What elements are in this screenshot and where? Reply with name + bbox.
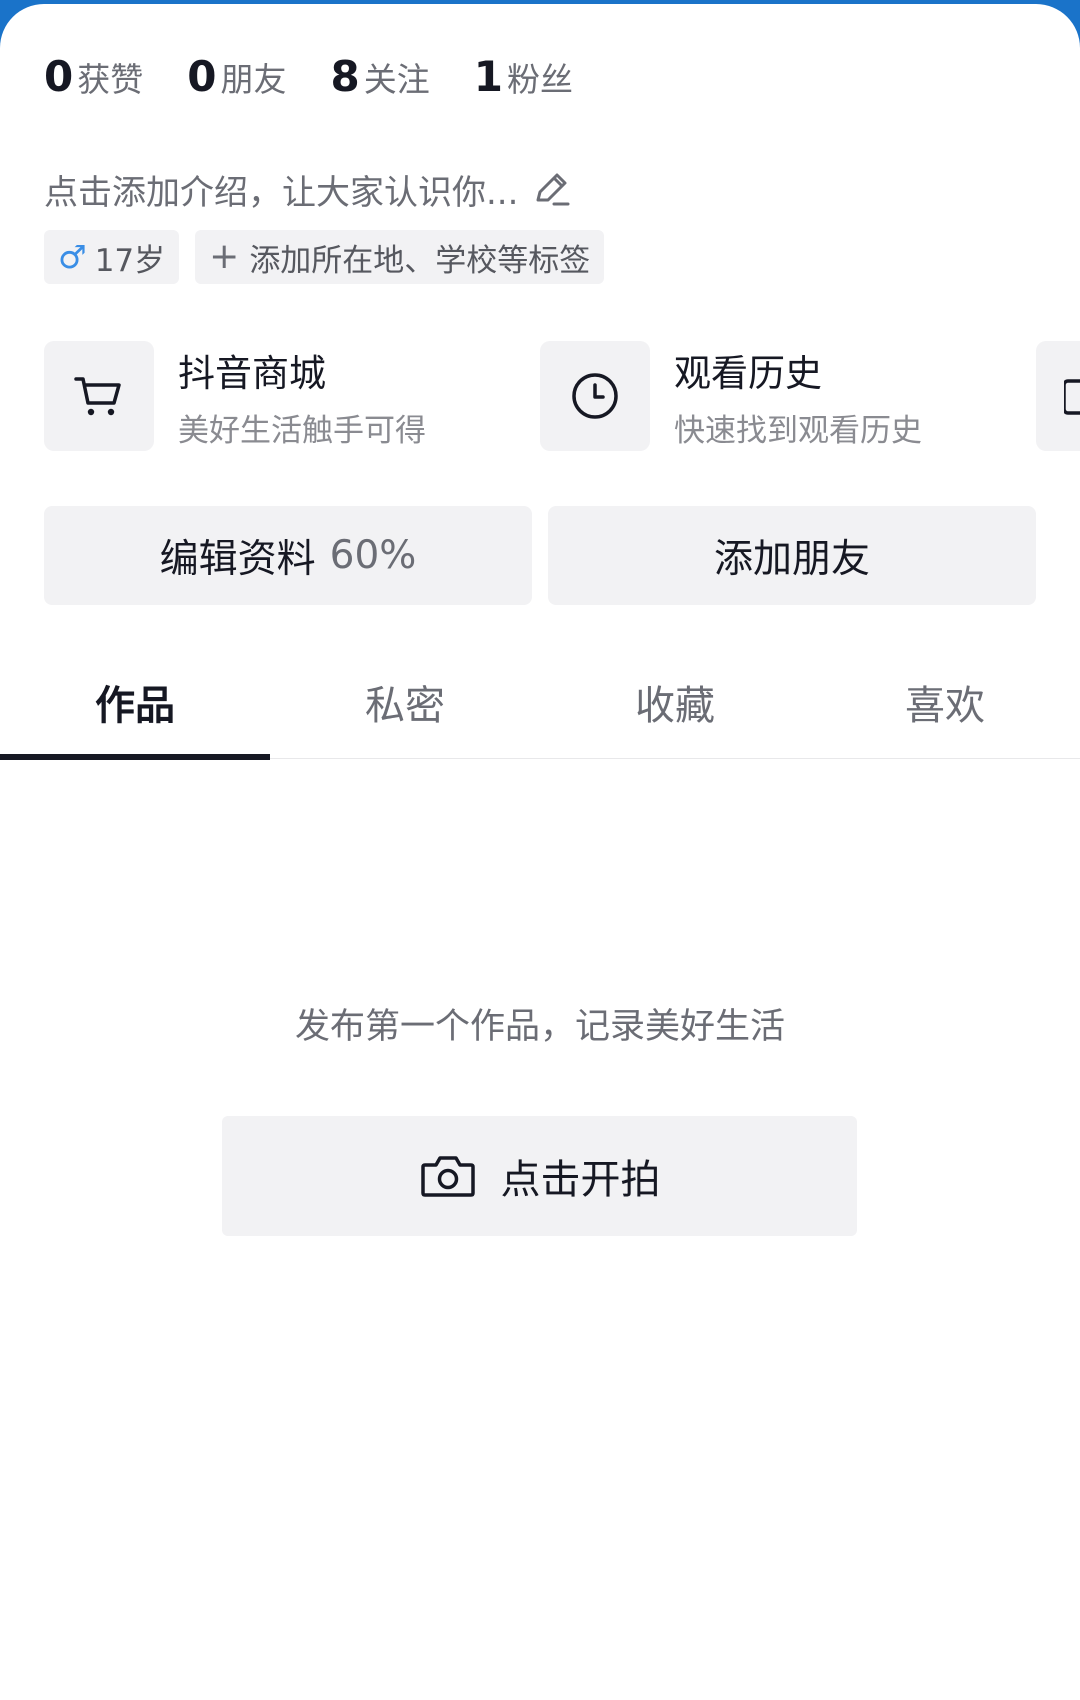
cart-icon [74, 377, 121, 416]
tab-likes[interactable]: 喜欢 [810, 644, 1080, 759]
stats-row: 0 获赞 0 朋友 8 关注 1 粉丝 [44, 52, 617, 112]
tab-works[interactable]: 作品 [0, 644, 270, 760]
stat-following-count: 8 [330, 52, 360, 101]
stat-friends-count: 0 [187, 52, 217, 101]
start-shooting-button[interactable]: 点击开拍 [222, 1116, 857, 1236]
empty-state-message: 发布第一个作品，记录美好生活 [294, 1007, 785, 1047]
male-icon: ♂ [58, 238, 87, 276]
shortcut-more-partial[interactable] [1036, 340, 1080, 452]
shortcut-mall-title: 抖音商城 [178, 351, 326, 395]
bio-placeholder: 点击添加介绍，让大家认识你... [44, 172, 519, 213]
add-tag-button[interactable]: + 添加所在地、学校等标签 [195, 230, 605, 284]
profile-sheet: 0 获赞 0 朋友 8 关注 1 粉丝 点击添加介绍，让大家认识你... ♂ 1… [0, 4, 1080, 1700]
start-shooting-label: 点击开拍 [500, 1157, 661, 1203]
clock-icon [572, 373, 618, 419]
add-friend-label: 添加朋友 [713, 536, 870, 582]
stat-likes[interactable]: 0 获赞 [44, 52, 143, 101]
tab-favorites[interactable]: 收藏 [540, 644, 810, 759]
add-friend-button[interactable]: 添加朋友 [548, 506, 1036, 605]
stat-fans-label: 粉丝 [506, 60, 573, 99]
stat-likes-label: 获赞 [77, 60, 144, 99]
age-tag-text: 17岁 [94, 242, 166, 279]
content-tabs: 作品 私密 收藏 喜欢 [0, 644, 1080, 760]
pencil-icon [536, 173, 570, 206]
camera-icon [420, 1156, 475, 1197]
add-tag-text: 添加所在地、学校等标签 [249, 242, 591, 279]
cart-icon-box [44, 341, 154, 451]
partial-icon-box [1036, 341, 1080, 451]
stat-following-label: 关注 [363, 60, 430, 99]
stat-fans-count: 1 [473, 52, 503, 101]
shortcut-mall[interactable]: 抖音商城 美好生活触手可得 [44, 340, 426, 452]
edit-profile-progress: 60% [329, 533, 417, 578]
shortcut-history-subtitle: 快速找到观看历史 [674, 412, 922, 449]
folder-icon [1064, 379, 1080, 415]
shortcut-history[interactable]: 观看历史 快速找到观看历史 [540, 340, 922, 452]
shortcut-history-title: 观看历史 [674, 351, 822, 395]
edit-profile-button[interactable]: 编辑资料 60% [44, 506, 532, 605]
shortcuts-row: 抖音商城 美好生活触手可得 观看历史 快速找到观看历史 [44, 340, 1080, 452]
action-buttons: 编辑资料 60% 添加朋友 [44, 506, 1052, 605]
stat-fans[interactable]: 1 粉丝 [474, 52, 573, 101]
stat-friends[interactable]: 0 朋友 [187, 52, 286, 101]
plus-icon: + [209, 236, 240, 277]
clock-icon-box [540, 341, 650, 451]
edit-profile-label: 编辑资料 [159, 536, 316, 582]
age-tag[interactable]: ♂ 17岁 [44, 230, 180, 284]
tab-private[interactable]: 私密 [270, 644, 540, 759]
stat-following[interactable]: 8 关注 [330, 52, 429, 101]
shortcut-mall-subtitle: 美好生活触手可得 [178, 412, 426, 449]
stat-likes-count: 0 [44, 52, 74, 101]
tags-row: ♂ 17岁 + 添加所在地、学校等标签 [44, 230, 620, 284]
stat-friends-label: 朋友 [220, 60, 287, 99]
bio-edit[interactable]: 点击添加介绍，让大家认识你... [44, 164, 572, 214]
